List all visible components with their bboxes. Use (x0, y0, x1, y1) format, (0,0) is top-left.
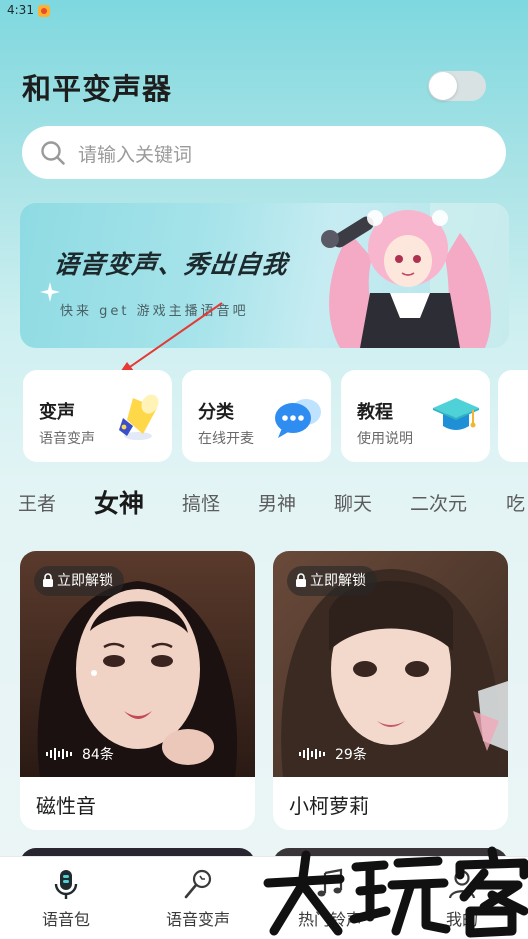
card-category[interactable]: 分类 在线开麦 (182, 370, 331, 462)
nav-label: 语音包 (41, 910, 90, 929)
search-icon (41, 141, 65, 165)
voice-pack-name: 磁性音 (36, 794, 96, 818)
audio-wave-icon (299, 748, 325, 760)
unlock-badge[interactable]: 立即解锁 (287, 566, 377, 596)
mode-toggle[interactable] (428, 71, 486, 101)
chat-bubble-icon (275, 399, 321, 438)
graduation-cap-icon (433, 398, 479, 430)
card-title: 变声 (39, 402, 75, 423)
voice-pack-card[interactable]: 立即解锁 29条 小柯萝莉 (273, 551, 508, 830)
card-subtitle: 在线开麦 (198, 431, 254, 447)
unlock-badge[interactable]: 立即解锁 (34, 566, 124, 596)
app-title: 和平变声器 (22, 72, 173, 106)
card-overflow[interactable] (498, 370, 528, 462)
card-subtitle: 使用说明 (357, 431, 413, 447)
tab-nvshen[interactable]: 女神 (94, 484, 144, 520)
voice-pack-name: 小柯萝莉 (289, 794, 369, 818)
search-placeholder: 请输入关键词 (78, 144, 193, 166)
tab-gaoguai[interactable]: 搞怪 (182, 489, 220, 516)
banner-title: 语音变声、秀出自我 (52, 250, 290, 279)
search-bar[interactable]: 请输入关键词 (22, 126, 506, 179)
tab-erciyuan[interactable]: 二次元 (410, 489, 467, 516)
status-time: 4:31 (7, 3, 34, 17)
microphone-icon (54, 870, 78, 899)
card-title: 教程 (357, 402, 393, 423)
clip-count: 29条 (299, 744, 367, 764)
sparkle-icon (40, 282, 60, 302)
nav-label: 语音变声 (165, 910, 230, 929)
anime-girl-illustration (321, 203, 509, 348)
unlock-label: 立即解锁 (57, 573, 113, 589)
status-bar: 4:31 (0, 0, 528, 24)
watermark-logo (263, 846, 528, 938)
clip-count-value: 84条 (82, 747, 114, 763)
megaphone-icon (119, 394, 159, 440)
audio-wave-icon (46, 748, 72, 760)
pointer-arrow (118, 302, 223, 375)
quick-cards: 变声 语音变声 分类 在线开麦 教程 使用说明 (0, 370, 528, 462)
notification-icon (38, 5, 50, 17)
magic-wand-icon (184, 869, 212, 899)
tab-chi[interactable]: 吃 (506, 489, 525, 516)
nav-voice-change[interactable]: 语音变声 (132, 857, 264, 939)
card-subtitle: 语音变声 (39, 431, 95, 447)
clip-count-value: 29条 (335, 747, 367, 763)
card-title: 分类 (198, 402, 234, 423)
lock-icon (296, 573, 306, 587)
category-tabs: 王者 女神 搞怪 男神 聊天 二次元 吃 (0, 484, 528, 520)
tab-liaotian[interactable]: 聊天 (334, 489, 372, 516)
card-tutorial[interactable]: 教程 使用说明 (341, 370, 490, 462)
card-voice-change[interactable]: 变声 语音变声 (23, 370, 172, 462)
tab-wangzhe[interactable]: 王者 (18, 489, 56, 516)
promo-banner[interactable]: 语音变声、秀出自我 快来 get 游戏主播语音吧 (20, 203, 509, 348)
nav-voice-pack[interactable]: 语音包 (0, 857, 132, 939)
clip-count: 84条 (46, 744, 114, 764)
toggle-knob (429, 72, 457, 100)
lock-icon (43, 573, 53, 587)
unlock-label: 立即解锁 (310, 573, 366, 589)
tab-nanshen[interactable]: 男神 (258, 489, 296, 516)
voice-pack-card[interactable]: 立即解锁 84条 磁性音 (20, 551, 255, 830)
